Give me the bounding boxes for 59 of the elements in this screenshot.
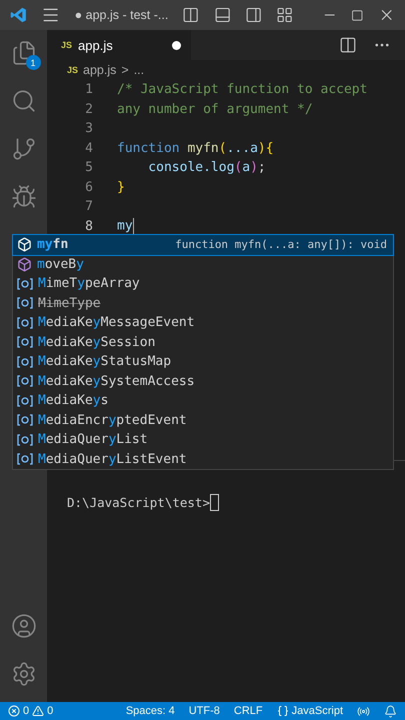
suggestion-item[interactable]: MimeTypeArray [13, 274, 393, 294]
suggestion-item[interactable]: MediaQueryList [13, 430, 393, 450]
file-type-label: JS [61, 40, 72, 50]
notification-badge: 1 [26, 55, 40, 70]
problems-indicator[interactable]: 0 0 [8, 705, 54, 717]
warning-icon [32, 705, 44, 717]
search-icon[interactable] [10, 88, 36, 114]
line-number: 1 [84, 82, 93, 98]
line-number: 7 [84, 199, 93, 214]
status-item[interactable]: UTF-8 [188, 705, 220, 717]
breadcrumb-separator: > [121, 63, 129, 77]
code-line: } [116, 180, 125, 195]
suggestion-item[interactable]: myfn function myfn(...a: any[]): void [13, 235, 393, 254]
code-line: /* JavaScript function to accept [116, 82, 368, 98]
status-item[interactable]: CRLF [234, 705, 263, 717]
app-logo-icon [10, 6, 28, 24]
panel-icon[interactable] [214, 6, 232, 24]
line-number: 3 [84, 121, 93, 136]
account-icon[interactable] [10, 613, 36, 639]
line-number: 8 [84, 218, 93, 234]
line-number: 5 [84, 160, 93, 176]
grid-icon[interactable] [276, 6, 294, 24]
breadcrumb-item[interactable]: ... [134, 63, 144, 77]
error-icon [8, 705, 20, 717]
bug-icon[interactable] [10, 184, 36, 210]
sidebar-icon[interactable] [245, 6, 262, 24]
line-number: 6 [84, 180, 93, 195]
tab-label: app.js [78, 38, 113, 52]
split-editor-icon[interactable] [339, 36, 357, 54]
layout-icon[interactable] [182, 6, 200, 24]
file-type-label: JS [67, 65, 78, 75]
line-number: 2 [84, 102, 93, 117]
maximize-icon[interactable] [351, 8, 364, 22]
braces-icon [276, 705, 289, 717]
suggestion-item[interactable]: MediaKeySession [13, 332, 393, 352]
suggestion-item[interactable]: MediaKeySystemAccess [13, 372, 393, 391]
code-line: any number of argument */ [116, 102, 313, 117]
suggestion-item[interactable]: MediaQueryListEvent [13, 450, 393, 469]
line-number: 4 [84, 140, 93, 156]
suggestion-item[interactable]: MediaKeyStatusMap [13, 352, 393, 372]
suggestion-item[interactable]: MediaKeyMessageEvent [13, 313, 393, 332]
files-icon[interactable] [10, 40, 36, 66]
branch-icon[interactable] [10, 136, 36, 162]
editor-tab[interactable]: JS app.js [47, 30, 191, 60]
code-line: console.log(a); [147, 160, 266, 176]
suggestion-item[interactable]: MediaEncryptedEvent [13, 410, 393, 430]
broadcast-icon[interactable] [357, 704, 370, 718]
terminal-prompt: D:\JavaScript\test> [67, 494, 219, 511]
suggestion-item[interactable]: MediaKeys [13, 391, 393, 410]
language-mode[interactable]: JavaScript [276, 705, 343, 717]
code-line: my [116, 218, 134, 234]
breadcrumb-item[interactable]: app.js [83, 63, 116, 77]
bell-icon[interactable] [384, 704, 397, 718]
suggestion-item[interactable]: MimeType [13, 294, 393, 313]
window-title: ● app.js - test -... [74, 8, 168, 22]
settings-icon[interactable] [10, 661, 36, 687]
status-item[interactable]: Spaces: 4 [126, 705, 175, 717]
code-line: function myfn(...a){ [116, 140, 274, 156]
suggestion-item[interactable]: moveBy [13, 254, 393, 274]
